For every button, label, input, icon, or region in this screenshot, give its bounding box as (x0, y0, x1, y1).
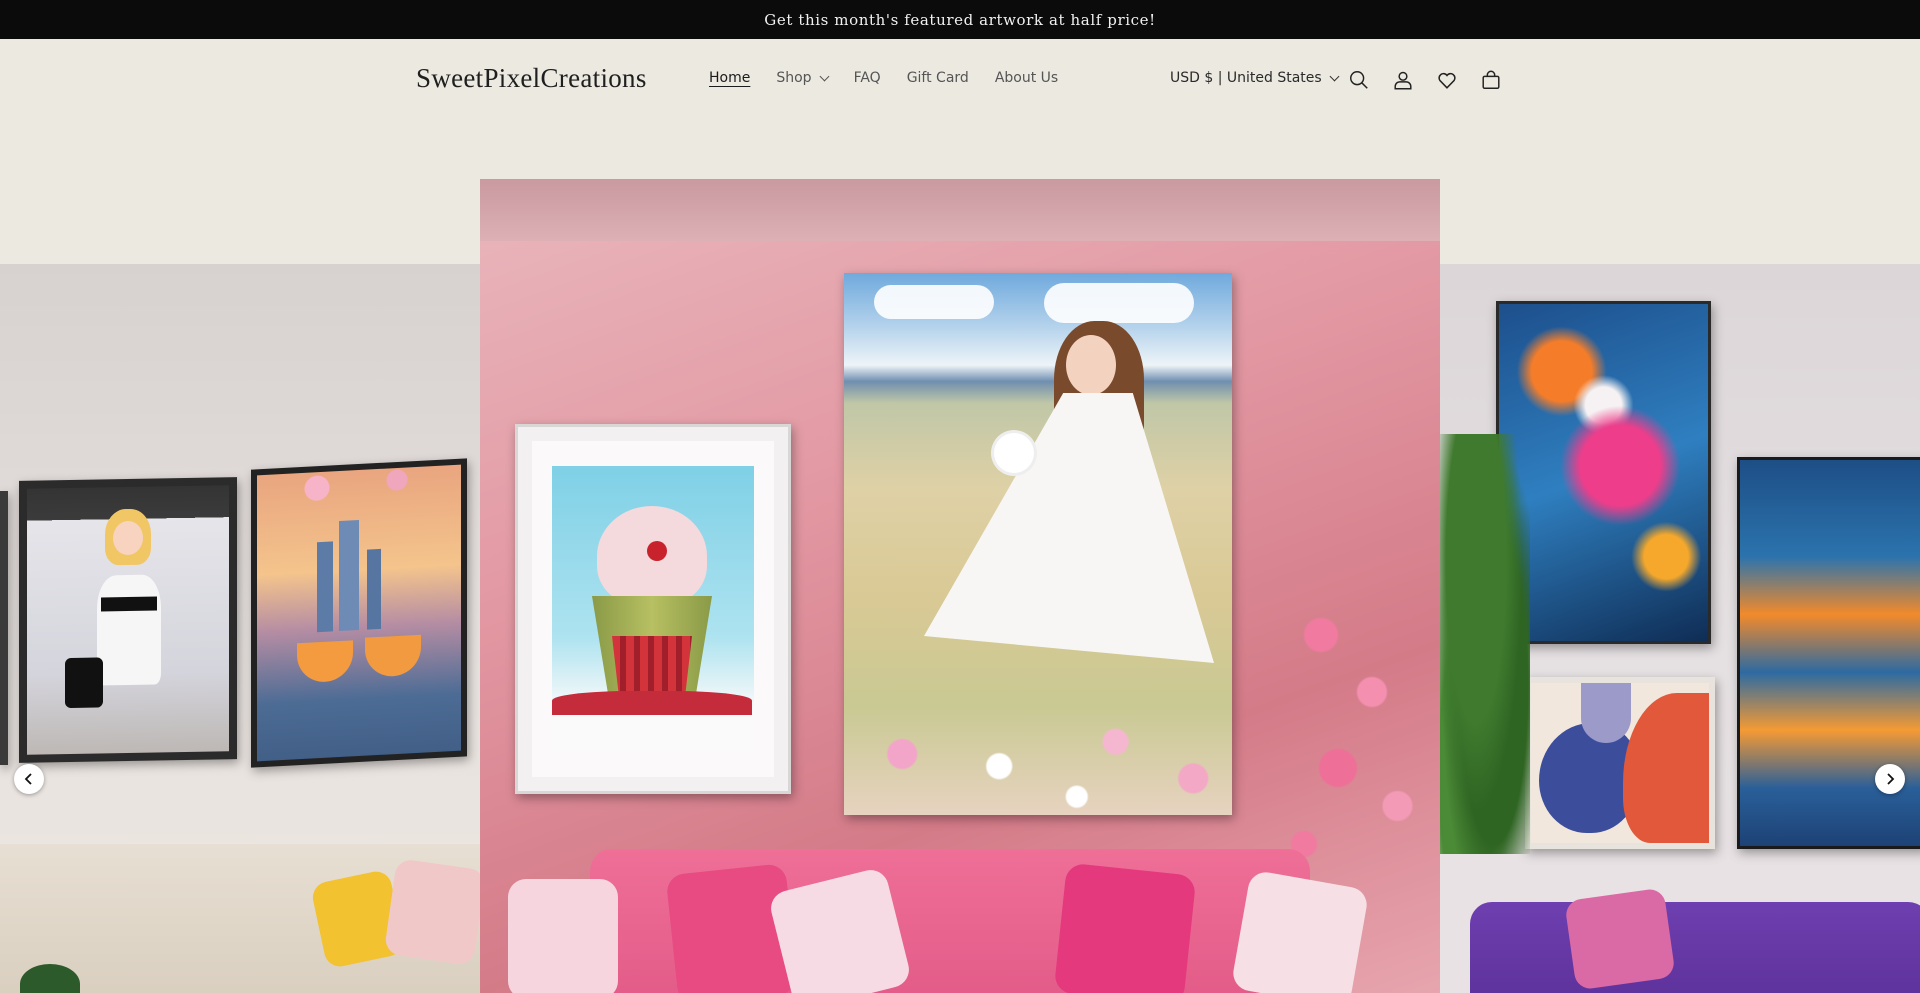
wishlist-heart-icon[interactable] (1435, 68, 1459, 92)
partial-frame (0, 491, 8, 765)
blossom-pillow (1230, 869, 1370, 993)
floral-pillow (508, 879, 618, 993)
site-header: SweetPixelCreations Home Shop FAQ Gift C… (0, 39, 1920, 121)
currency-selector[interactable]: USD $ | United States (1170, 70, 1340, 86)
nav-about-us-label: About Us (994, 70, 1059, 86)
account-icon[interactable] (1391, 68, 1415, 92)
nav-shop[interactable]: Shop (776, 70, 830, 86)
cupcake-framed-print (515, 424, 791, 794)
slide-image-featured (480, 179, 1440, 993)
cocktails-skyline-print (251, 458, 467, 768)
nav-about-us[interactable]: About Us (995, 70, 1058, 86)
pink-pillow-right (1564, 887, 1676, 991)
nav-home[interactable]: Home (709, 70, 750, 86)
currency-label: USD $ | United States (1170, 70, 1322, 86)
purple-sofa (1470, 902, 1920, 993)
chevron-down-icon (819, 71, 830, 81)
announcement-text: Get this month's featured artwork at hal… (764, 10, 1156, 29)
main-nav: Home Shop FAQ Gift Card About Us (709, 70, 1084, 86)
nav-gift-card-label: Gift Card (906, 70, 969, 86)
nav-faq[interactable]: FAQ (854, 70, 881, 86)
girl-boutique-print (19, 477, 237, 763)
dark-pink-pillow (1053, 862, 1197, 993)
site-logo[interactable]: SweetPixelCreations (416, 63, 647, 94)
pink-pillow (383, 858, 480, 966)
abstract-shapes-print (1525, 677, 1715, 849)
nav-home-label: Home (709, 70, 751, 86)
search-icon[interactable] (1347, 68, 1371, 92)
slide-image-right (1440, 264, 1920, 993)
slide-image-left (0, 264, 480, 993)
palm-plant (1440, 434, 1530, 854)
slideshow-prev-button[interactable] (14, 764, 44, 794)
slideshow-next-button[interactable] (1875, 764, 1905, 794)
nav-faq-label: FAQ (853, 70, 881, 86)
ceiling (480, 179, 1440, 241)
nav-shop-label: Shop (776, 70, 812, 86)
chevron-down-icon (1329, 71, 1340, 81)
nav-gift-card[interactable]: Gift Card (907, 70, 969, 86)
announcement-bar: Get this month's featured artwork at hal… (0, 0, 1920, 39)
chevron-right-icon (1887, 773, 1895, 785)
hero-slideshow (0, 121, 1920, 993)
girl-flower-field-print (844, 273, 1232, 815)
cart-bag-icon[interactable] (1479, 68, 1503, 92)
chevron-left-icon (24, 773, 32, 785)
